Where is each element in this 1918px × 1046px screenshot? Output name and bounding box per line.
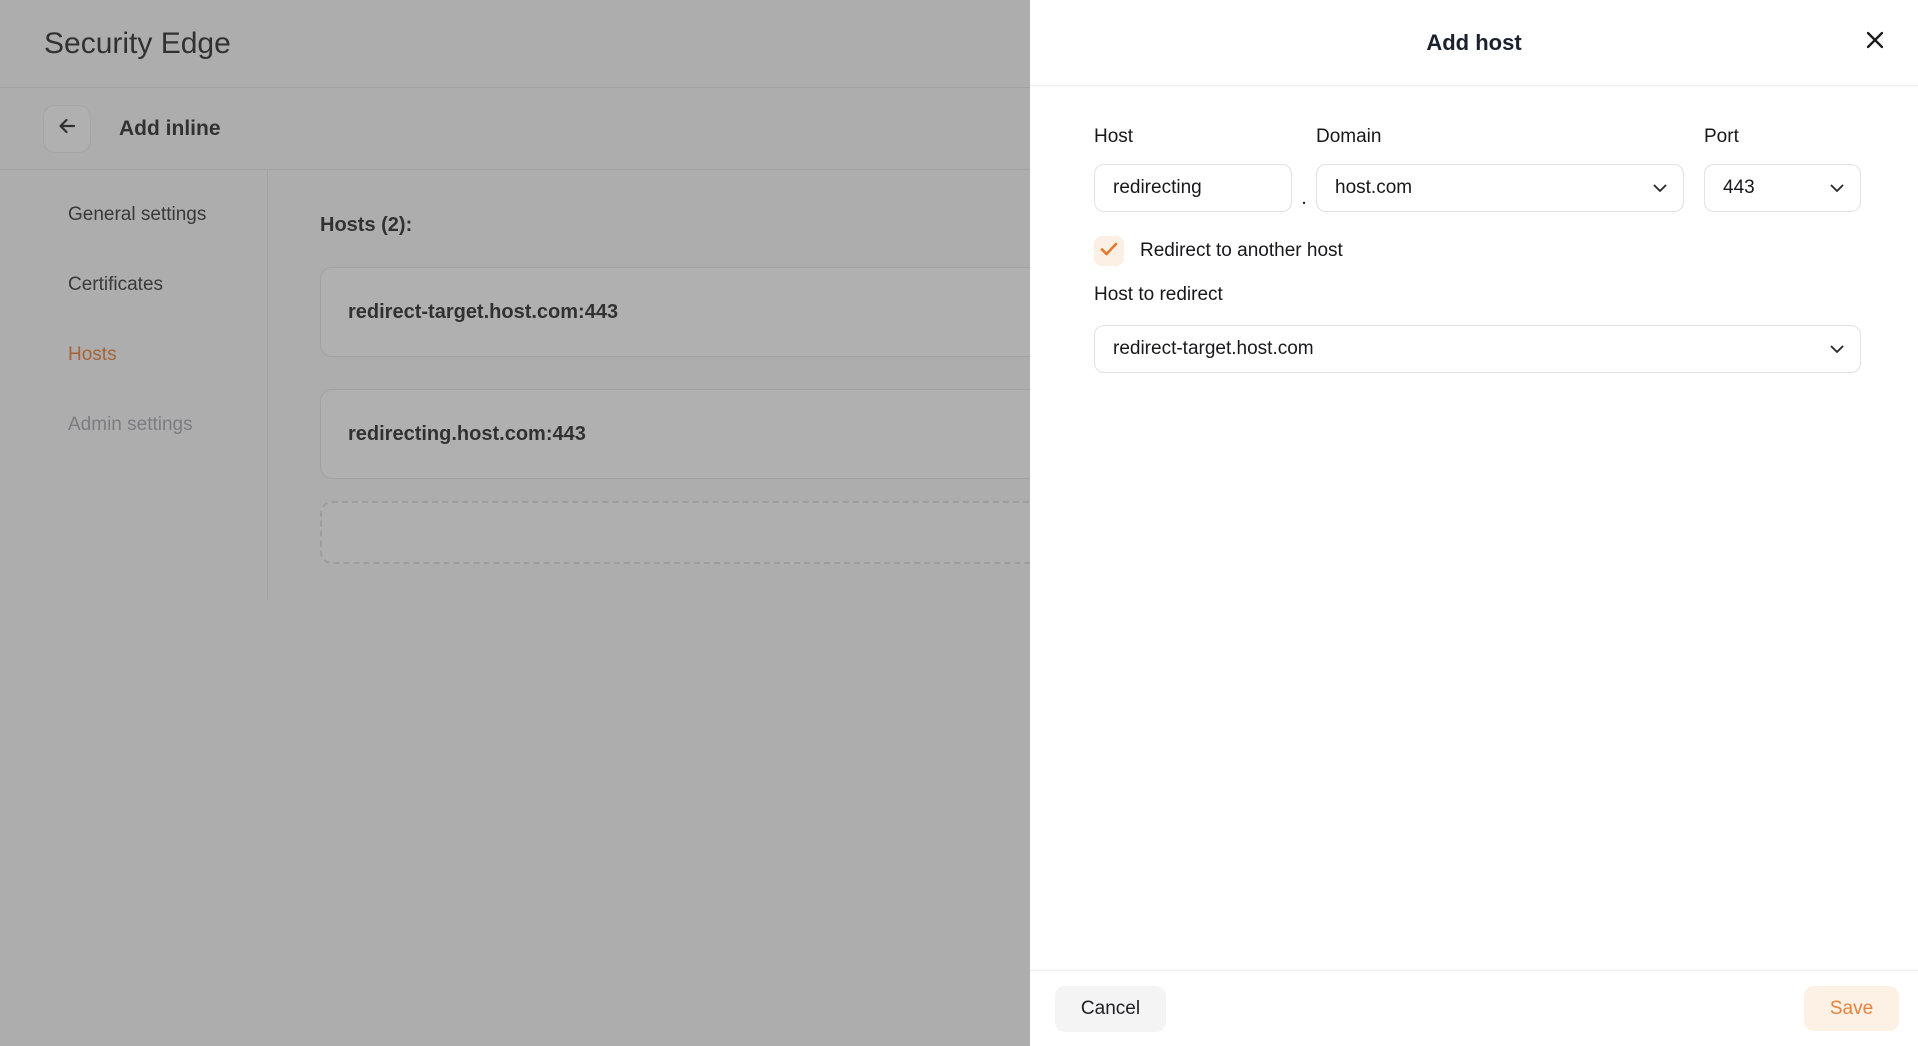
modal-title: Add host [1426, 30, 1521, 56]
chevron-down-icon [1653, 177, 1667, 199]
modal-body: Host Domain Port . host.com 443 [1030, 86, 1918, 970]
host-to-redirect-select[interactable]: redirect-target.host.com [1094, 325, 1861, 373]
domain-select[interactable]: host.com [1316, 164, 1684, 212]
redirect-checkbox-label: Redirect to another host [1140, 240, 1343, 262]
modal-header: Add host [1030, 0, 1918, 86]
host-to-redirect-label: Host to redirect [1094, 282, 1861, 308]
host-domain-separator: . [1301, 187, 1307, 212]
chevron-down-icon [1830, 338, 1844, 360]
add-host-modal: Add host Host Domain Port . host.com 443 [1030, 0, 1918, 1046]
port-field-label: Port [1704, 124, 1861, 150]
host-fields-row: Host Domain Port . host.com 443 [1094, 124, 1861, 212]
close-icon [1863, 28, 1887, 57]
domain-field-label: Domain [1316, 124, 1684, 150]
cancel-button[interactable]: Cancel [1055, 986, 1166, 1032]
host-field-label: Host [1094, 124, 1292, 150]
modal-footer: Cancel Save [1030, 970, 1918, 1046]
check-icon [1100, 242, 1118, 261]
redirect-checkbox-row: Redirect to another host [1094, 236, 1861, 266]
host-input[interactable] [1094, 164, 1292, 212]
redirect-checkbox[interactable] [1094, 236, 1124, 266]
port-select[interactable]: 443 [1704, 164, 1861, 212]
host-to-redirect-value: redirect-target.host.com [1113, 338, 1314, 360]
chevron-down-icon [1830, 177, 1844, 199]
close-button[interactable] [1858, 25, 1892, 59]
port-select-value: 443 [1723, 177, 1755, 199]
save-button[interactable]: Save [1804, 986, 1899, 1031]
domain-select-value: host.com [1335, 177, 1412, 199]
